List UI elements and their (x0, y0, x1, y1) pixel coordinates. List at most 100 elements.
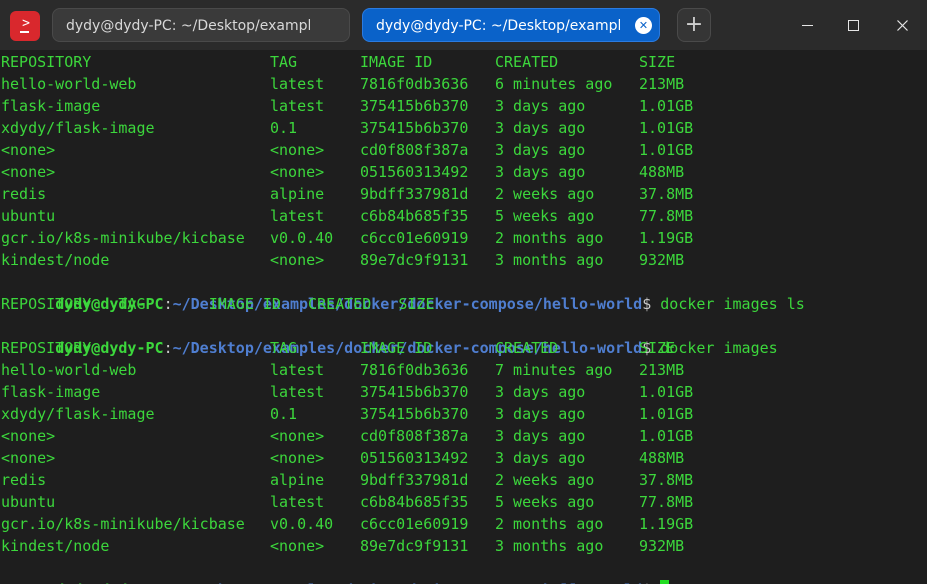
cell-repository: gcr.io/k8s-minikube/kicbase (1, 229, 245, 247)
cell-size: 1.19GB (639, 515, 694, 533)
cell-size: 1.01GB (639, 97, 694, 115)
table-row: <none> <none> cd0f808f387a 3 days ago 1.01GB (1, 139, 805, 161)
cell-image-id: 89e7dc9f9131 (360, 537, 469, 555)
cell-tag: latest (270, 383, 325, 401)
cell-created: 6 minutes ago (495, 75, 613, 93)
header-repository: REPOSITORY (1, 339, 92, 357)
cell-size: 1.01GB (639, 119, 694, 137)
cell-image-id: cd0f808f387a (360, 427, 469, 445)
tab-label: dydy@dydy-PC: ~/Desktop/examples/… (376, 18, 620, 34)
tab-close-icon[interactable]: ✕ (635, 17, 652, 34)
cell-repository: <none> (1, 141, 56, 159)
cell-repository: <none> (1, 427, 56, 445)
cell-image-id: 9bdff337981d (360, 185, 469, 203)
cell-size: 932MB (639, 251, 685, 269)
cell-image-id: 375415b6b370 (360, 97, 469, 115)
table2-rows: hello-world-web latest 7816f0db3636 7 minut… (1, 359, 805, 557)
header-size: SIZE (639, 339, 676, 357)
terminal-output[interactable]: REPOSITORY TAG IMAGE ID CREATED SIZE hel… (0, 50, 927, 584)
cell-repository: hello-world-web (1, 361, 137, 379)
cell-tag: alpine (270, 185, 325, 203)
cell-repository: <none> (1, 163, 56, 181)
terminal-lines: REPOSITORY TAG IMAGE ID CREATED SIZE hel… (1, 51, 805, 584)
table-header: REPOSITORY TAG IMAGE ID CREATED SIZE (1, 337, 805, 359)
cell-size: 488MB (639, 163, 685, 181)
cell-tag: latest (270, 75, 325, 93)
cell-tag: latest (270, 361, 325, 379)
cell-created: 5 weeks ago (495, 493, 595, 511)
cell-image-id: c6b84b685f35 (360, 493, 469, 511)
cell-size: 77.8MB (639, 493, 694, 511)
cell-size: 1.01GB (639, 383, 694, 401)
cell-repository: hello-world-web (1, 75, 137, 93)
cell-tag: <none> (270, 449, 325, 467)
cell-size: 488MB (639, 449, 685, 467)
cell-size: 37.8MB (639, 185, 694, 203)
prompt-line: dydy@dydy-PC:~/Desktop/examples/docker/d… (1, 315, 805, 357)
cell-tag: <none> (270, 141, 325, 159)
cell-image-id: 051560313492 (360, 449, 469, 467)
table-row: hello-world-web latest 7816f0db3636 7 minut… (1, 359, 805, 381)
new-tab-button[interactable]: + (677, 8, 711, 42)
cell-tag: alpine (270, 471, 325, 489)
header-size: SIZE (639, 53, 676, 71)
cell-size: 77.8MB (639, 207, 694, 225)
header-created: CREATED (495, 339, 559, 357)
table-row: gcr.io/k8s-minikube/kicbase v0.0.40 c6cc01… (1, 513, 805, 535)
header-tag: TAG (270, 339, 298, 357)
cell-created: 3 months ago (495, 251, 604, 269)
table-row: <none> <none> 051560313492 3 days ago 488MB (1, 161, 805, 183)
cell-repository: kindest/node (1, 537, 110, 555)
cell-created: 3 days ago (495, 141, 586, 159)
text-cursor (660, 580, 670, 584)
close-icon (896, 19, 908, 31)
cell-repository: xdydy/flask-image (1, 119, 155, 137)
cell-tag: <none> (270, 163, 325, 181)
cell-tag: v0.0.40 (270, 515, 334, 533)
cell-created: 3 days ago (495, 119, 586, 137)
cell-image-id: cd0f808f387a (360, 141, 469, 159)
table-row: <none> <none> 051560313492 3 days ago 488MB (1, 447, 805, 469)
cell-repository: xdydy/flask-image (1, 405, 155, 423)
prompt-line-active[interactable]: dydy@dydy-PC:~/Desktop/examples/docker/d… (1, 557, 805, 584)
cell-created: 7 minutes ago (495, 361, 613, 379)
window-close-button[interactable] (890, 13, 914, 37)
cell-created: 3 days ago (495, 163, 586, 181)
cell-tag: <none> (270, 251, 325, 269)
header-image-id: IMAGE ID (360, 339, 433, 357)
cell-repository: flask-image (1, 97, 101, 115)
tab-terminal-1[interactable]: dydy@dydy-PC: ~/Desktop/examples/… (52, 8, 350, 42)
terminal-app-icon[interactable]: > (10, 11, 40, 41)
table-row: redis alpine 9bdff337981d 2 weeks ago 37.8MB (1, 469, 805, 491)
cell-created: 3 days ago (495, 405, 586, 423)
cell-image-id: c6b84b685f35 (360, 207, 469, 225)
cell-size: 1.01GB (639, 427, 694, 445)
cell-tag: v0.0.40 (270, 229, 334, 247)
minimize-icon (801, 24, 813, 26)
cell-created: 3 days ago (495, 97, 586, 115)
table-header: REPOSITORY TAG IMAGE ID CREATED SIZE (1, 51, 805, 73)
table-row: kindest/node <none> 89e7dc9f9131 3 months a… (1, 535, 805, 557)
cell-tag: <none> (270, 537, 325, 555)
table-row: ubuntu latest c6b84b685f35 5 weeks ago 77.8M… (1, 205, 805, 227)
maximize-button[interactable] (841, 13, 865, 37)
cell-repository: redis (1, 471, 47, 489)
title-bar: > dydy@dydy-PC: ~/Desktop/examples/… dyd… (0, 0, 927, 50)
cell-tag: latest (270, 493, 325, 511)
cell-repository: flask-image (1, 383, 101, 401)
prompt-line: dydy@dydy-PC:~/Desktop/examples/docker/d… (1, 271, 805, 313)
cell-tag: latest (270, 207, 325, 225)
cell-repository: redis (1, 185, 47, 203)
minimize-button[interactable] (795, 13, 819, 37)
table-row: ubuntu latest c6b84b685f35 5 weeks ago 77.8M… (1, 491, 805, 513)
header-repository: REPOSITORY (1, 53, 92, 71)
tab-label: dydy@dydy-PC: ~/Desktop/examples/… (66, 18, 310, 34)
cell-image-id: 375415b6b370 (360, 119, 469, 137)
cell-tag: 0.1 (270, 405, 298, 423)
cell-tag: 0.1 (270, 119, 298, 137)
empty-listing-header: REPOSITORY TAG IMAGE ID CREATED SIZE (1, 295, 435, 313)
cell-tag: latest (270, 97, 325, 115)
table-row: xdydy/flask-image 0.1 375415b6b370 3 days a… (1, 403, 805, 425)
cell-created: 3 days ago (495, 427, 586, 445)
tab-terminal-2[interactable]: dydy@dydy-PC: ~/Desktop/examples/… ✕ (362, 8, 660, 42)
